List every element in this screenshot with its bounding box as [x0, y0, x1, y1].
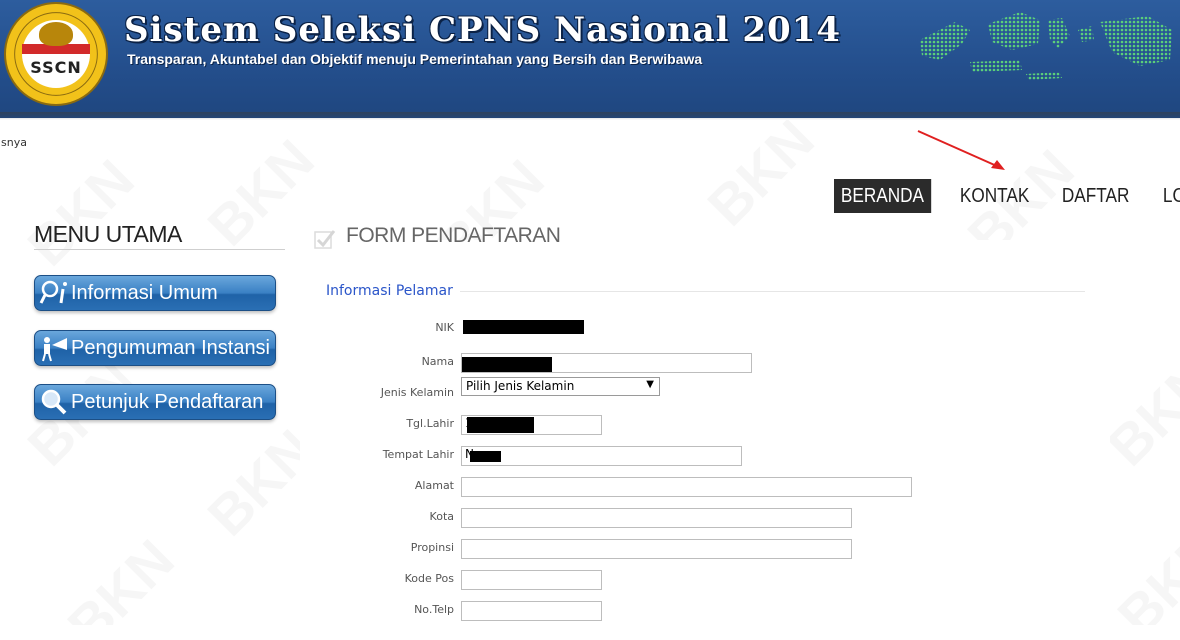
nav-beranda[interactable]: BERANDA [834, 179, 931, 213]
propinsi-label: Propinsi [410, 541, 454, 554]
kode-pos-label: Kode Pos [404, 572, 454, 585]
tempat-lahir-field[interactable]: N [461, 446, 742, 466]
menu-title: MENU UTAMA [34, 221, 285, 250]
kota-field[interactable] [461, 508, 852, 528]
alamat-label: Alamat [414, 479, 454, 492]
nama-redaction [462, 357, 552, 372]
nama-label: Nama [421, 355, 454, 368]
red-arrow-icon [917, 130, 1005, 170]
chevron-down-icon: ▼ [646, 379, 654, 390]
nav-daftar[interactable]: DAFTAR [1055, 179, 1136, 213]
alamat-field[interactable] [461, 477, 912, 497]
garuda-emblem-icon [39, 22, 73, 46]
stray-text: snya [1, 136, 27, 149]
tgl-lahir-redaction [467, 417, 534, 433]
propinsi-field[interactable] [461, 539, 852, 559]
jenis-kelamin-value: Pilih Jenis Kelamin [466, 379, 575, 393]
sscn-logo: SSCN [4, 2, 108, 106]
informasi-umum-label: Informasi Umum [71, 282, 218, 304]
pengumuman-instansi-label: Pengumuman Instansi [71, 337, 271, 359]
pengumuman-instansi-button[interactable]: Pengumuman Instansi [34, 330, 276, 366]
nik-label: NIK [435, 321, 454, 334]
no-telp-field[interactable] [461, 601, 602, 621]
tempat-lahir-redaction [470, 451, 501, 462]
nik-redaction [463, 320, 584, 334]
megaphone-person-icon [42, 337, 67, 362]
kode-pos-field[interactable] [461, 570, 602, 590]
petunjuk-pendaftaran-button[interactable]: Petunjuk Pendaftaran [34, 384, 276, 420]
indonesia-map-graphic [920, 12, 1172, 80]
tempat-lahir-label: Tempat Lahir [382, 448, 454, 461]
header-shadow [0, 112, 1180, 120]
tgl-lahir-label: Tgl.Lahir [406, 417, 454, 430]
informasi-umum-button[interactable]: Informasi Umum [34, 275, 276, 311]
site-title: Sistem Seleksi CPNS Nasional 2014 [124, 10, 842, 50]
magnifier-icon [41, 389, 67, 415]
no-telp-label: No.Telp [414, 603, 454, 616]
site-subtitle: Transparan, Akuntabel dan Objektif menuj… [127, 51, 703, 67]
info-magnifier-icon [39, 280, 67, 304]
nav-kontak[interactable]: KONTAK [953, 179, 1036, 213]
nav-logout[interactable]: LOGOUT [1156, 179, 1180, 213]
jenis-kelamin-label: Jenis Kelamin [380, 386, 454, 399]
top-nav: BERANDA KONTAK DAFTAR LOGOUT [834, 179, 1180, 213]
form-title: FORM PENDAFTARAN [346, 224, 561, 247]
section-divider [460, 291, 1085, 292]
checkmark-icon [314, 230, 336, 249]
jenis-kelamin-select[interactable]: Pilih Jenis Kelamin ▼ [461, 377, 660, 396]
logo-text: SSCN [30, 58, 82, 77]
petunjuk-pendaftaran-label: Petunjuk Pendaftaran [71, 391, 264, 413]
section-legend: Informasi Pelamar [326, 283, 453, 299]
site-header: SSCN Sistem Seleksi CPNS Nasional 2014 T… [0, 0, 1180, 118]
kota-label: Kota [429, 510, 454, 523]
